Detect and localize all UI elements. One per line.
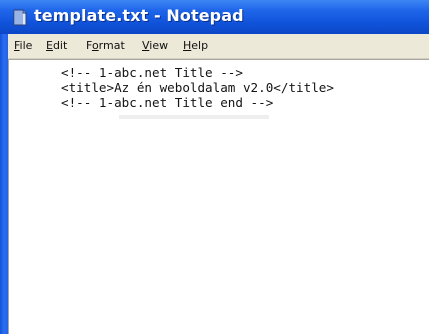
- text-editor-area[interactable]: <!-- 1-abc.net Title --> <title>Az én we…: [8, 59, 429, 334]
- window-title: template.txt - Notepad: [34, 6, 244, 25]
- menu-edit[interactable]: Edit: [46, 39, 67, 52]
- menu-bar: File Edit Format View Help: [8, 34, 429, 59]
- menu-view[interactable]: View: [142, 39, 168, 52]
- notepad-document-icon: [13, 9, 27, 26]
- text-line-3: <!-- 1-abc.net Title end -->: [61, 95, 274, 110]
- notepad-window: template.txt - Notepad File Edit Format …: [0, 0, 429, 334]
- faint-residual-text: [119, 115, 269, 119]
- menu-file[interactable]: File: [14, 39, 32, 52]
- menu-format[interactable]: Format: [86, 39, 125, 52]
- text-line-1: <!-- 1-abc.net Title -->: [61, 65, 243, 80]
- text-line-2: <title>Az én weboldalam v2.0</title>: [61, 80, 334, 95]
- title-bar[interactable]: template.txt - Notepad: [0, 0, 429, 34]
- menu-help[interactable]: Help: [183, 39, 208, 52]
